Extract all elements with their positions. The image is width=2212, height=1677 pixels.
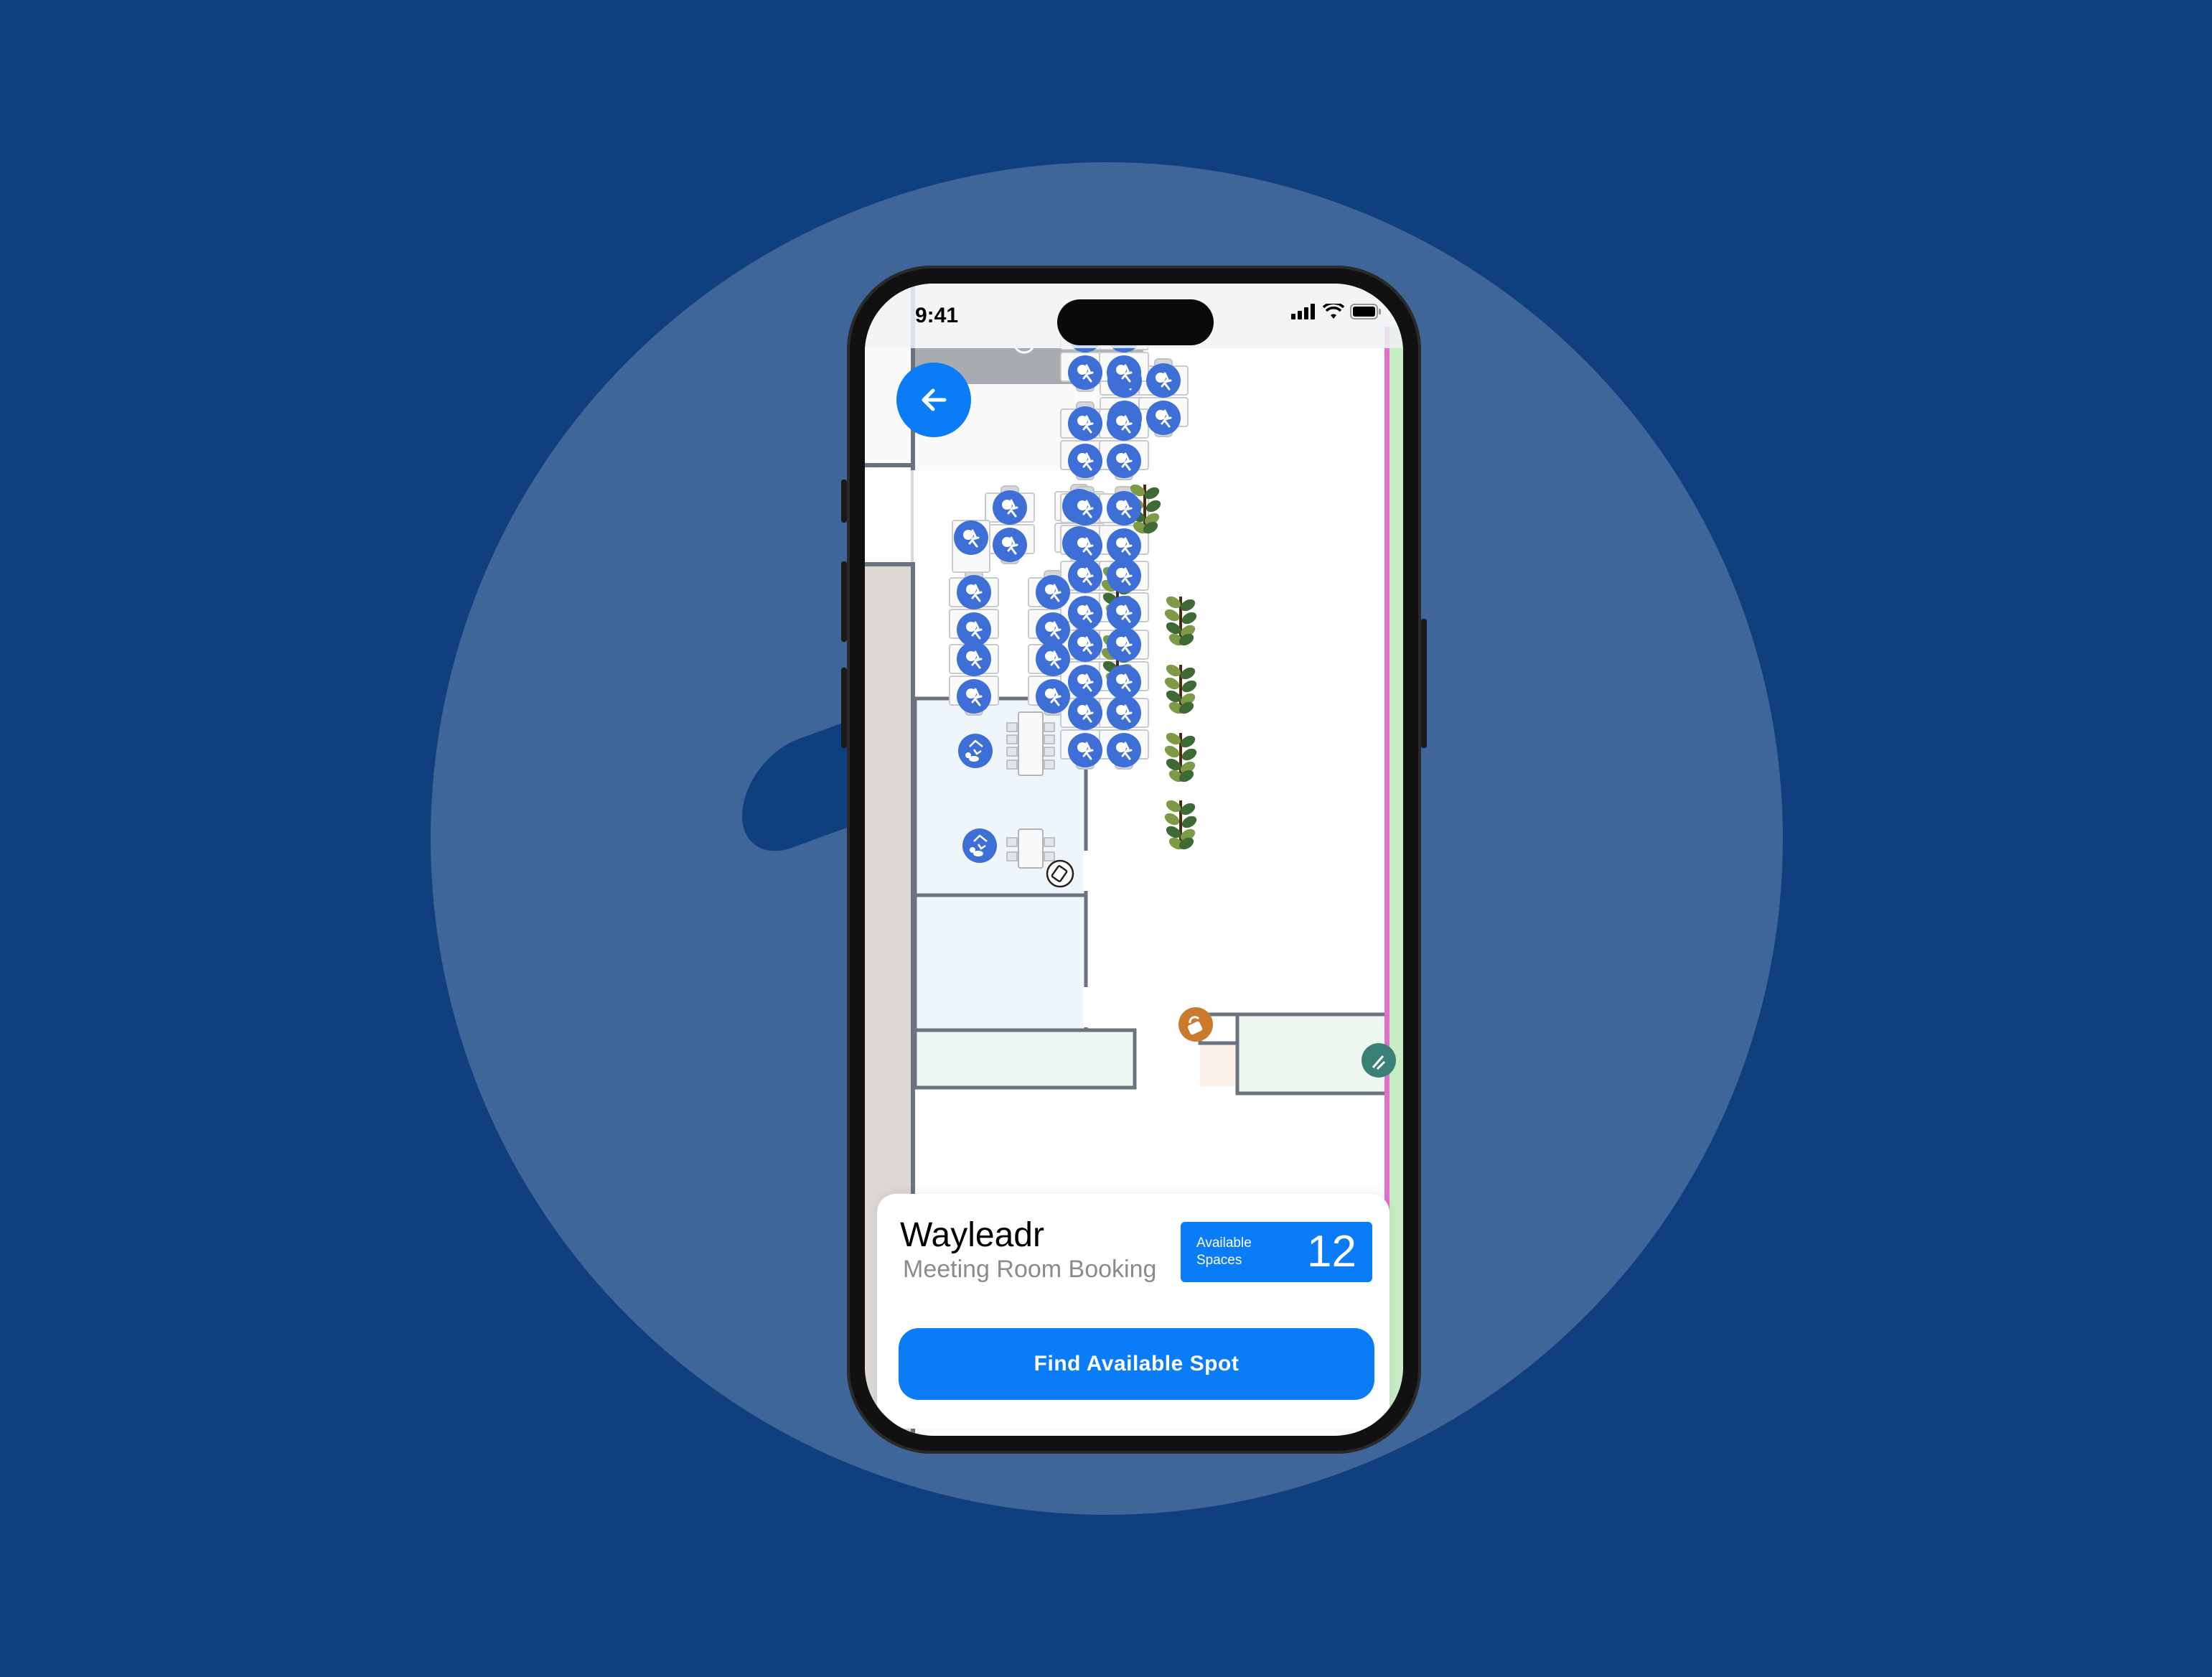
- desk-marker[interactable]: [1036, 612, 1070, 647]
- white-gap: [865, 467, 911, 562]
- desk-marker[interactable]: [1107, 444, 1141, 478]
- desk-marker[interactable]: [1107, 406, 1141, 441]
- desk-marker[interactable]: [1107, 355, 1141, 390]
- find-available-spot-button[interactable]: Find Available Spot: [899, 1328, 1374, 1400]
- desk-marker[interactable]: [1107, 696, 1141, 730]
- desk-marker[interactable]: [1036, 679, 1070, 714]
- plant-icon: [1164, 732, 1197, 783]
- meeting-room-bottom: [913, 1028, 1137, 1090]
- desk-marker[interactable]: [1107, 491, 1141, 525]
- badge-label: Available Spaces: [1196, 1235, 1252, 1268]
- arrow-left-icon: [922, 388, 947, 411]
- desk-marker[interactable]: [957, 642, 991, 676]
- status-time: 9:41: [915, 304, 959, 327]
- desk-marker[interactable]: [1068, 665, 1102, 699]
- desk-marker[interactable]: [1068, 596, 1102, 630]
- desk-marker[interactable]: [1068, 406, 1102, 441]
- teal-room-marker[interactable]: [1362, 1043, 1396, 1078]
- action-button: [841, 480, 847, 523]
- volume-up-button: [841, 561, 847, 642]
- desk-marker[interactable]: [1068, 355, 1102, 390]
- meeting-room-marker[interactable]: [958, 734, 993, 768]
- desk-marker[interactable]: [1068, 559, 1102, 593]
- volume-down-button: [841, 668, 847, 748]
- desk-marker[interactable]: [1068, 444, 1102, 478]
- desk-marker[interactable]: [1036, 575, 1070, 609]
- desk-marker[interactable]: [1146, 363, 1181, 398]
- battery-icon: [1350, 304, 1381, 319]
- tablet-kiosk-marker[interactable]: [1046, 859, 1074, 888]
- app-subtitle: Meeting Room Booking: [903, 1256, 1157, 1283]
- app-title: Wayleadr: [900, 1216, 1044, 1254]
- desk-marker[interactable]: [1068, 528, 1102, 563]
- wifi-icon: [1323, 304, 1344, 319]
- desk-marker[interactable]: [957, 679, 991, 714]
- available-spaces-badge: Available Spaces 12: [1181, 1222, 1372, 1282]
- power-button: [1421, 619, 1427, 748]
- desk-marker[interactable]: [1068, 696, 1102, 730]
- desk-marker[interactable]: [1036, 642, 1070, 676]
- desk-marker[interactable]: [954, 520, 988, 555]
- desk-marker[interactable]: [1107, 627, 1141, 662]
- lock-marker[interactable]: [1178, 1007, 1213, 1042]
- back-button[interactable]: [896, 363, 971, 437]
- desk-marker[interactable]: [1107, 559, 1141, 593]
- badge-count: 12: [1307, 1227, 1356, 1276]
- desk-marker[interactable]: [957, 575, 991, 609]
- desk-marker[interactable]: [1068, 491, 1102, 525]
- plant-icon: [1164, 664, 1197, 714]
- desk-marker[interactable]: [1068, 627, 1102, 662]
- desk-marker[interactable]: [1107, 596, 1141, 630]
- desk-marker[interactable]: [1107, 528, 1141, 563]
- booking-card: Wayleadr Meeting Room Booking Available …: [877, 1194, 1389, 1429]
- desk-marker[interactable]: [1068, 733, 1102, 767]
- cellular-signal-icon: [1291, 304, 1315, 319]
- green-zone: [1389, 327, 1403, 1436]
- meeting-room-marker[interactable]: [962, 828, 997, 863]
- desk-marker[interactable]: [1107, 733, 1141, 767]
- meeting-room-small: [913, 893, 1088, 1032]
- desk-marker[interactable]: [993, 528, 1027, 562]
- plant-icon: [1164, 596, 1197, 646]
- desk-marker[interactable]: [1107, 665, 1141, 699]
- desk-marker[interactable]: [993, 490, 1027, 525]
- desk-marker[interactable]: [1146, 401, 1181, 435]
- phone-screen: 9:41 Wayleadr Meeting Room Booking Avail…: [865, 284, 1403, 1436]
- dynamic-island: [1057, 299, 1214, 345]
- desk-marker[interactable]: [957, 612, 991, 647]
- plant-icon: [1164, 800, 1197, 850]
